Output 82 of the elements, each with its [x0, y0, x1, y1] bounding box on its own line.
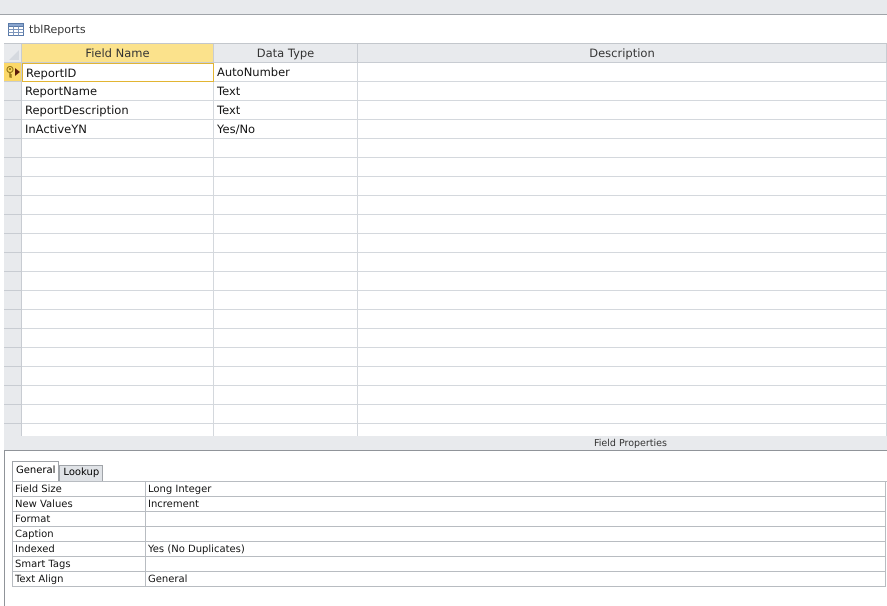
property-label: Field Size [13, 482, 146, 497]
table-cell[interactable] [358, 196, 887, 215]
table-cell[interactable] [358, 101, 887, 120]
property-field[interactable] [146, 557, 886, 572]
table-cell[interactable]: InActiveYN [22, 120, 214, 139]
table-cell[interactable] [22, 291, 214, 310]
table-cell[interactable] [358, 82, 887, 101]
table-cell[interactable] [22, 272, 214, 291]
property-label: Text Align [13, 572, 146, 587]
table-cell[interactable] [358, 291, 887, 310]
table-cell[interactable] [22, 367, 214, 386]
table-cell[interactable] [358, 158, 887, 177]
table-cell[interactable] [358, 177, 887, 196]
table-cell[interactable] [358, 405, 887, 424]
table-cell[interactable] [214, 405, 358, 424]
table-cell[interactable] [22, 196, 214, 215]
table-cell[interactable]: Yes/No [214, 120, 358, 139]
table-cell[interactable] [358, 63, 887, 82]
table-cell[interactable]: Text [214, 101, 358, 120]
property-label: Caption [13, 527, 146, 542]
table-cell[interactable] [358, 139, 887, 158]
section-title: Field Properties [594, 438, 667, 448]
table-cell[interactable] [22, 405, 214, 424]
table-cell[interactable] [22, 348, 214, 367]
table-cell[interactable] [358, 234, 887, 253]
table-cell[interactable] [22, 158, 214, 177]
table-cell[interactable] [214, 196, 358, 215]
table-cell[interactable] [358, 310, 887, 329]
table-cell[interactable] [22, 177, 214, 196]
table-cell[interactable] [22, 386, 214, 405]
table-cell[interactable] [214, 386, 358, 405]
table-cell[interactable] [22, 234, 214, 253]
table-cell[interactable] [358, 348, 887, 367]
property-value[interactable]: Yes (No Duplicates) [146, 542, 886, 557]
key-icon [6, 66, 15, 78]
table-cell[interactable] [214, 158, 358, 177]
column-header[interactable]: Description [358, 44, 887, 63]
table-cell[interactable] [214, 234, 358, 253]
column-header[interactable]: Field Name [22, 44, 214, 63]
table-cell[interactable] [358, 272, 887, 291]
table-cell[interactable] [358, 253, 887, 272]
table-cell[interactable] [22, 139, 214, 158]
property-field[interactable] [146, 527, 886, 542]
table-cell[interactable] [214, 253, 358, 272]
table-cell[interactable] [358, 120, 887, 139]
table-cell[interactable] [22, 310, 214, 329]
table-cell[interactable] [358, 367, 887, 386]
table-cell[interactable] [214, 310, 358, 329]
document-title: tblReports [29, 22, 86, 36]
property-label: Smart Tags [13, 557, 146, 572]
table-cell[interactable] [214, 367, 358, 386]
tab[interactable]: Lookup [59, 465, 104, 481]
property-label: New Values [13, 497, 146, 512]
table-cell[interactable] [22, 329, 214, 348]
property-value[interactable]: Increment [146, 497, 886, 512]
property-value[interactable]: Long Integer [146, 482, 886, 497]
table-cell[interactable] [214, 215, 358, 234]
table-cell[interactable] [358, 329, 887, 348]
table-cell[interactable] [214, 291, 358, 310]
row-selector[interactable] [4, 63, 22, 82]
table-cell[interactable] [214, 139, 358, 158]
table-icon [8, 22, 24, 36]
table-cell[interactable]: AutoNumber [214, 63, 358, 82]
property-label: Indexed [13, 542, 146, 557]
property-field[interactable] [146, 512, 886, 527]
table-cell[interactable] [214, 348, 358, 367]
table-cell[interactable]: Text [214, 82, 358, 101]
table-cell[interactable] [214, 177, 358, 196]
table-cell[interactable]: ReportDescription [22, 101, 214, 120]
table-cell[interactable]: ReportName [22, 82, 214, 101]
tab[interactable]: General [12, 461, 60, 481]
property-value[interactable]: General [146, 572, 886, 587]
column-header[interactable]: Data Type [214, 44, 358, 63]
table-cell[interactable] [358, 386, 887, 405]
table-cell[interactable] [22, 253, 214, 272]
table-cell[interactable] [22, 215, 214, 234]
table-cell[interactable]: ReportID [22, 63, 214, 82]
table-cell[interactable] [214, 272, 358, 291]
table-cell[interactable] [358, 215, 887, 234]
table-cell[interactable] [214, 329, 358, 348]
current-row-icon [15, 68, 20, 76]
property-label: Format [13, 512, 146, 527]
